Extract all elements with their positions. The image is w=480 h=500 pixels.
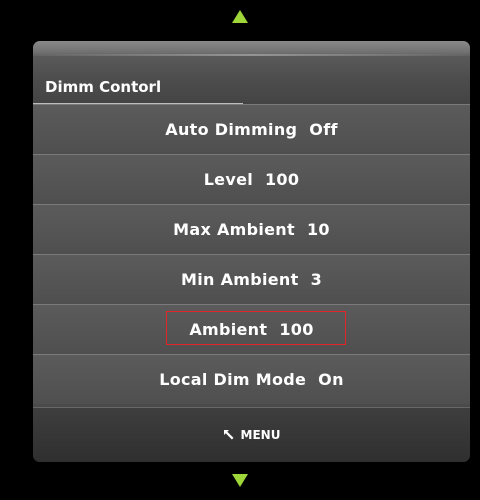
menu-item-label: Local Dim Mode bbox=[159, 370, 307, 389]
return-arrow-icon bbox=[223, 430, 234, 440]
menu-item-max-ambient[interactable]: Max Ambient 10 bbox=[33, 204, 470, 254]
menu-item-value: On bbox=[318, 370, 344, 389]
menu-item-ambient[interactable]: Ambient 100 bbox=[33, 304, 470, 354]
menu-return-button[interactable]: MENU bbox=[33, 407, 470, 462]
menu-item-label: Max Ambient bbox=[173, 220, 295, 239]
osd-screen: Dimm Contorl Auto Dimming Off Level 100 … bbox=[0, 0, 480, 500]
menu-item-auto-dimming[interactable]: Auto Dimming Off bbox=[33, 104, 470, 154]
arrow-down-icon[interactable] bbox=[232, 474, 248, 487]
panel-header: Dimm Contorl bbox=[33, 41, 470, 104]
menu-item-min-ambient[interactable]: Min Ambient 3 bbox=[33, 254, 470, 304]
menu-item-label: Auto Dimming bbox=[165, 120, 298, 139]
menu-item-value: Off bbox=[309, 120, 338, 139]
menu-item-value: 100 bbox=[265, 170, 300, 189]
menu-item-local-dim-mode[interactable]: Local Dim Mode On bbox=[33, 354, 470, 404]
arrow-up-icon[interactable] bbox=[232, 10, 248, 23]
menu-label: MENU bbox=[240, 428, 281, 442]
menu-item-label: Level bbox=[203, 170, 253, 189]
menu-item-label: Min Ambient bbox=[181, 270, 299, 289]
menu-item-level[interactable]: Level 100 bbox=[33, 154, 470, 204]
dimm-control-panel: Dimm Contorl Auto Dimming Off Level 100 … bbox=[33, 41, 470, 462]
panel-title: Dimm Contorl bbox=[45, 78, 162, 96]
selection-highlight bbox=[166, 311, 346, 345]
menu-item-value: 10 bbox=[306, 220, 330, 239]
menu-item-value: 3 bbox=[310, 270, 322, 289]
